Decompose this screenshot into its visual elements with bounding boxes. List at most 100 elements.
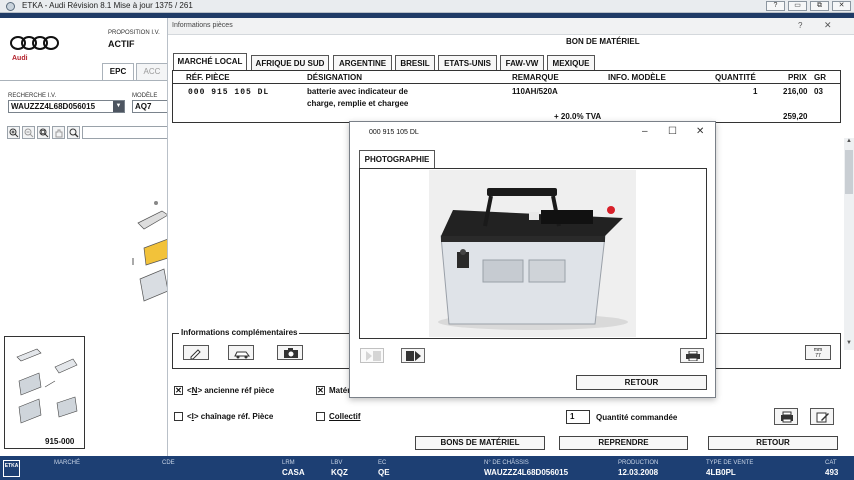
tab-etats-unis[interactable]: ETATS-UNIS [438,55,497,71]
modele-select[interactable]: AQ7 [132,100,168,113]
maximize-icon[interactable]: ☐ [668,126,677,137]
car-icon [234,351,250,359]
col-prix: PRIX [788,73,807,82]
help-button[interactable]: ? [766,1,785,11]
tab-afrique-du-sud[interactable]: AFRIQUE DU SUD [251,55,329,71]
scroll-thumb[interactable] [845,150,853,194]
thumbnail-label: 915-000 [45,437,75,446]
prev-photo-button[interactable] [360,348,384,363]
lrm-label: LRM [282,460,295,466]
ec-label: EC [378,460,387,466]
next-photo-button[interactable] [401,348,425,363]
lbv-label: LBV [331,460,343,466]
quantity-label: Quantité commandée [596,413,678,422]
audi-rings-logo [10,36,60,50]
tab-mexique[interactable]: MEXIQUE [547,55,595,71]
tva-label: + 20.0% TVA [554,112,602,121]
app-icon [6,2,15,11]
modele-label: MODÈLE [132,93,158,99]
materiel-checkbox[interactable]: ✕ [316,386,325,395]
pencil-paper-icon [816,412,829,423]
ancienne-ref-label: <N> ancienne réf pièce [187,386,275,395]
close-icon[interactable]: ✕ [824,20,832,31]
photo-button[interactable] [277,345,303,360]
parts-diagram-image [132,201,168,302]
col-ref: RÉF. PIÈCE [186,73,230,82]
col-designation: DÉSIGNATION [307,73,362,82]
table-header: RÉF. PIÈCE DÉSIGNATION REMARQUE INFO. MO… [173,71,840,84]
production-label: PRODUCTION [618,460,659,466]
photo-dialog-title: 000 915 105 DL [369,129,419,136]
zoom-fit-icon[interactable] [37,126,50,139]
bon-title: BON DE MATÉRIEL [566,37,640,46]
retour-button[interactable]: RETOUR [708,436,838,450]
parts-table: RÉF. PIÈCE DÉSIGNATION REMARQUE INFO. MO… [172,70,841,123]
printer-icon [781,411,793,423]
parts-thumbnail-image [16,348,78,424]
photo-dialog: 000 915 105 DL – ☐ ✕ PHOTOGRAPHIE RETOUR [349,121,716,398]
minimize-button[interactable]: ▭ [788,1,807,11]
cde-label: CDE [162,460,175,466]
ancienne-ref-checkbox[interactable]: ✕ [174,386,183,395]
bons-de-materiel-button[interactable]: BONS DE MATÉRIEL [415,436,545,450]
vehicle-button[interactable] [228,345,254,360]
col-quantite: QUANTITÉ [715,73,756,82]
mm-button[interactable]: mm 77 [805,345,831,360]
ec-value: QE [378,468,390,477]
app-title: ETKA - Audi Révision 8.1 Mise à jour 137… [22,1,193,10]
search-field[interactable] [82,126,168,139]
complementaires-label: Informations complémentaires [179,328,300,337]
photo-retour-button[interactable]: RETOUR [576,375,707,390]
tab-marche-local[interactable]: MARCHÉ LOCAL [173,53,247,71]
camera-icon [284,348,298,358]
scroll-down-icon[interactable]: ▼ [844,340,854,348]
info-window-title: Informations pièces [172,22,233,29]
edit-note-button[interactable] [183,345,209,360]
recherche-select[interactable]: WAUZZZ4L68D056015 ▼ [8,100,125,113]
chainage-checkbox[interactable] [174,412,183,421]
collectif-label: Collectif [329,412,361,421]
parts-thumbnail[interactable]: 915-000 [4,336,85,449]
search-icon[interactable] [67,126,80,139]
proposition-label: PROPOSITION I.V. [108,30,160,36]
scroll-up-icon[interactable]: ▲ [844,138,854,146]
cell-designation-1: batterie avec indicateur de [307,87,408,96]
col-gr: GR [814,73,826,82]
tab-bresil[interactable]: BRESIL [395,55,435,71]
print-photo-button[interactable] [680,348,704,363]
help-icon[interactable]: ? [798,21,802,30]
zoom-in-icon[interactable] [7,126,20,139]
collectif-checkbox[interactable] [316,412,325,421]
status-bar: ETKA MARCHÉ CDE LRM CASA LBV KQZ EC QE N… [0,456,854,480]
cat-label: CAT [825,460,837,466]
tab-argentine[interactable]: ARGENTINE [333,55,392,71]
chainage-label: <I> chaînage réf. Pièce [187,412,274,421]
left-panel: Audi PROPOSITION I.V. ACTIF EPC ACC RECH… [0,18,168,456]
cell-prix: 216,00 [783,87,808,96]
cell-quantite: 1 [753,87,758,96]
tab-epc[interactable]: EPC [102,63,134,81]
quantity-input[interactable]: 1 [566,410,590,424]
vertical-scrollbar[interactable]: ▲ ▼ [844,138,854,350]
brand-label: Audi [12,55,28,62]
close-icon[interactable]: ✕ [696,126,704,137]
printer-icon [686,351,700,361]
restore-button[interactable]: ⧉ [810,1,829,11]
close-app-button[interactable]: ✕ [832,1,851,11]
production-value: 12.03.2008 [618,468,659,477]
chassis-label: N° DE CHÂSSIS [484,460,529,466]
tab-photographie[interactable]: PHOTOGRAPHIE [359,150,435,168]
print-button[interactable] [774,408,798,425]
hand-icon[interactable] [52,126,65,139]
lbv-value: KQZ [331,468,348,477]
chevron-down-icon: ▼ [113,101,124,112]
battery-photo [429,170,636,337]
tab-faw-vw[interactable]: FAW-VW [500,55,544,71]
marche-label: MARCHÉ [54,460,81,466]
photo-frame [359,168,707,339]
edit-order-button[interactable] [810,408,834,425]
reprendre-button[interactable]: REPRENDRE [559,436,688,450]
minimize-icon[interactable]: – [642,126,648,137]
zoom-out-icon[interactable] [22,126,35,139]
tab-acc[interactable]: ACC [136,63,168,80]
